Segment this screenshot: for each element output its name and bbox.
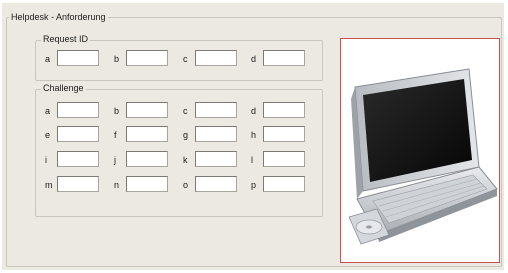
challenge-field-e[interactable] xyxy=(57,126,99,142)
challenge-field-d[interactable] xyxy=(263,102,305,118)
laptop-image-frame xyxy=(340,38,500,263)
challenge-label-e: e xyxy=(45,130,51,140)
challenge-label-b: b xyxy=(114,106,120,116)
challenge-field-h[interactable] xyxy=(263,126,305,142)
challenge-label-o: o xyxy=(183,180,189,190)
challenge-label-i: i xyxy=(45,155,47,165)
challenge-label-f: f xyxy=(114,130,117,140)
laptop-icon xyxy=(348,68,498,245)
challenge-label-d: d xyxy=(251,106,257,116)
challenge-legend: Challenge xyxy=(41,83,86,93)
challenge-label-a: a xyxy=(45,106,51,116)
challenge-field-m[interactable] xyxy=(57,176,99,192)
request-id-field-c[interactable] xyxy=(195,50,237,66)
challenge-field-l[interactable] xyxy=(263,151,305,167)
challenge-field-n[interactable] xyxy=(126,176,168,192)
challenge-field-k[interactable] xyxy=(195,151,237,167)
window-title: Helpdesk - Anforderung xyxy=(9,12,108,22)
request-id-label-c: c xyxy=(183,54,188,64)
challenge-label-m: m xyxy=(45,180,53,190)
challenge-field-o[interactable] xyxy=(195,176,237,192)
challenge-field-p[interactable] xyxy=(263,176,305,192)
challenge-label-j: j xyxy=(114,155,116,165)
challenge-label-c: c xyxy=(183,106,188,116)
challenge-field-g[interactable] xyxy=(195,126,237,142)
challenge-field-f[interactable] xyxy=(126,126,168,142)
challenge-field-a[interactable] xyxy=(57,102,99,118)
challenge-field-i[interactable] xyxy=(57,151,99,167)
request-id-label-b: b xyxy=(114,54,120,64)
challenge-label-l: l xyxy=(251,155,253,165)
challenge-label-p: p xyxy=(251,180,257,190)
request-id-label-a: a xyxy=(45,54,51,64)
request-id-field-b[interactable] xyxy=(126,50,168,66)
request-id-field-d[interactable] xyxy=(263,50,305,66)
challenge-label-h: h xyxy=(251,130,257,140)
challenge-label-k: k xyxy=(183,155,188,165)
request-id-field-a[interactable] xyxy=(57,50,99,66)
challenge-label-n: n xyxy=(114,180,120,190)
request-id-label-d: d xyxy=(251,54,257,64)
challenge-field-b[interactable] xyxy=(126,102,168,118)
request-id-legend: Request ID xyxy=(41,34,91,44)
challenge-field-c[interactable] xyxy=(195,102,237,118)
challenge-field-j[interactable] xyxy=(126,151,168,167)
challenge-label-g: g xyxy=(183,130,189,140)
